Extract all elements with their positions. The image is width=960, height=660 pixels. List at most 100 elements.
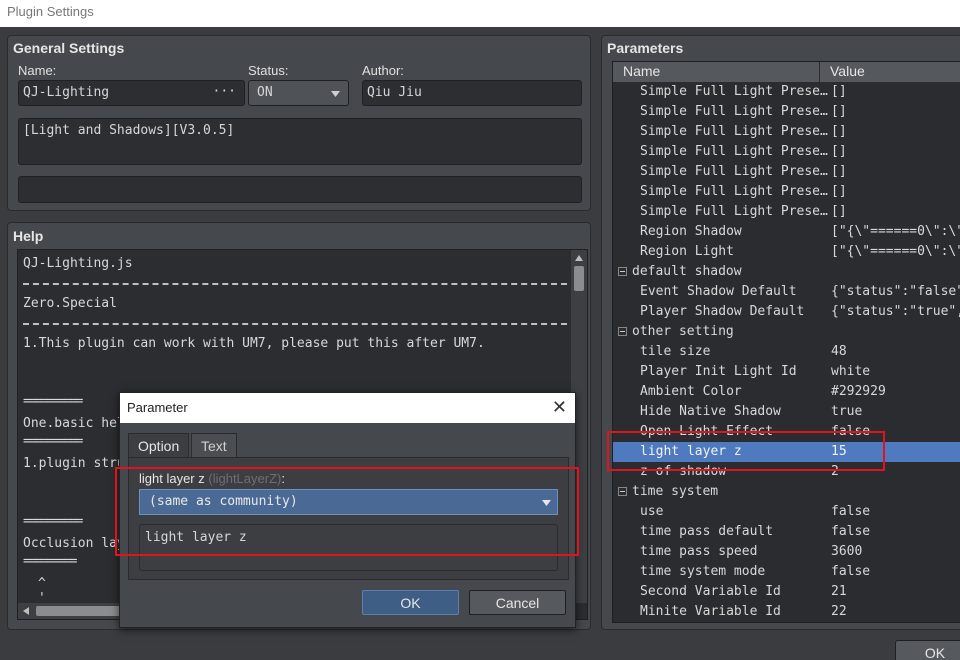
name-label: Name:	[18, 63, 57, 78]
parameter-row[interactable]: Ambient Color #292929	[613, 382, 960, 402]
help-line: =========	[23, 554, 77, 569]
parameter-group-row[interactable]: time system	[613, 482, 960, 502]
parameter-row[interactable]: Player Shadow Default {"status":"true","i	[613, 302, 960, 322]
parameter-group-row[interactable]: other setting	[613, 322, 960, 342]
parameter-row[interactable]: Minite Variable Id 22	[613, 602, 960, 622]
cancel-button[interactable]: Cancel	[469, 590, 566, 615]
parameter-value: []	[831, 204, 847, 219]
parameter-row[interactable]: time system mode false	[613, 562, 960, 582]
help-line: ==========	[23, 434, 83, 449]
parameter-row[interactable]: Simple Full Light Prese…[]	[613, 82, 960, 102]
parameter-row[interactable]: time pass speed 3600	[613, 542, 960, 562]
help-line: ^	[38, 576, 46, 591]
parameter-value: []	[831, 84, 847, 99]
ok-button[interactable]: OK	[362, 590, 459, 615]
window-title: Plugin Settings	[0, 0, 960, 27]
parameter-row[interactable]: Simple Full Light Prese…[]	[613, 122, 960, 142]
parameter-name: Region Light	[640, 244, 734, 259]
collapse-icon[interactable]	[618, 487, 627, 496]
parameter-row[interactable]: Second Variable Id 21	[613, 582, 960, 602]
parameter-row[interactable]: Simple Full Light Prese…[]	[613, 142, 960, 162]
parameter-value: []	[831, 164, 847, 179]
parameter-name: time system	[632, 484, 719, 499]
parameter-name: default shadow	[632, 264, 742, 279]
parameters-panel: Parameters Name Value Simple Full Light …	[601, 35, 960, 630]
parameter-value: {"status":"false","	[831, 284, 960, 299]
status-select[interactable]: ON	[248, 80, 349, 106]
ok-button-footer[interactable]: OK	[895, 640, 960, 660]
general-settings-panel: General Settings Name: QJ-Lighting ··· S…	[7, 35, 591, 211]
parameter-value: ["{\"======0\":\"\	[831, 244, 960, 259]
status-value: ON	[257, 85, 273, 100]
parameter-row[interactable]: time pass default false	[613, 522, 960, 542]
tab-text[interactable]: Text	[191, 433, 237, 458]
parameter-value: white	[831, 364, 871, 379]
parameters-title: Parameters	[607, 40, 684, 56]
parameter-row[interactable]: Simple Full Light Prese…[]	[613, 162, 960, 182]
collapse-icon[interactable]	[618, 327, 627, 336]
parameter-name: Event Shadow Default	[640, 284, 797, 299]
help-line: ==========	[23, 514, 83, 529]
scroll-thumb[interactable]	[574, 266, 584, 291]
description-field[interactable]: [Light and Shadows][V3.0.5]	[18, 118, 582, 165]
status-label: Status:	[248, 63, 289, 78]
parameter-row[interactable]: Region Light ["{\"======0\":\"\	[613, 242, 960, 262]
parameter-row[interactable]: Region Shadow ["{\"======0\":\"\	[613, 222, 960, 242]
parameter-name: Second Variable Id	[640, 584, 781, 599]
column-header-value[interactable]: Value	[820, 62, 960, 82]
parameter-group-row[interactable]: default shadow	[613, 262, 960, 282]
parameter-name: Simple Full Light Prese…	[640, 164, 828, 179]
scroll-up-icon[interactable]	[571, 250, 587, 266]
parameter-value: 48	[831, 344, 847, 359]
extra-field[interactable]	[18, 176, 582, 203]
parameter-value: 3600	[831, 544, 863, 559]
close-icon[interactable]: ✕	[552, 397, 567, 418]
parameter-value: #292929	[831, 384, 886, 399]
author-field[interactable]: Qiu Jiu	[362, 80, 582, 106]
separator	[23, 323, 567, 325]
parameter-name: time pass default	[640, 524, 774, 539]
author-label: Author:	[362, 63, 404, 78]
parameter-row[interactable]: Hide Native Shadow true	[613, 402, 960, 422]
parameter-value: {"status":"true","i	[831, 304, 960, 319]
dialog-title: Parameter	[127, 400, 188, 415]
parameter-row[interactable]: use false	[613, 502, 960, 522]
help-line: ==========	[23, 394, 83, 409]
parameter-row[interactable]: Player Init Light Id white	[613, 362, 960, 382]
name-value: QJ-Lighting	[23, 85, 110, 100]
parameter-value: false	[831, 524, 871, 539]
help-line: QJ-Lighting.js	[23, 256, 133, 271]
parameter-row[interactable]: Simple Full Light Prese…[]	[613, 102, 960, 122]
parameter-name: other setting	[632, 324, 734, 339]
parameter-row[interactable]: Event Shadow Default {"status":"false","	[613, 282, 960, 302]
parameter-name: Simple Full Light Prese…	[640, 204, 828, 219]
parameter-row[interactable]: Simple Full Light Prese…[]	[613, 182, 960, 202]
parameter-name: Region Shadow	[640, 224, 742, 239]
dialog-title-bar: Parameter ✕	[120, 393, 575, 423]
help-title: Help	[13, 228, 44, 244]
parameter-name: Simple Full Light Prese…	[640, 104, 828, 119]
tab-option[interactable]: Option	[128, 433, 190, 458]
parameter-name: tile size	[640, 344, 711, 359]
help-line: Zero.Special	[23, 296, 117, 311]
scroll-left-icon[interactable]	[18, 603, 34, 619]
parameter-name: use	[640, 504, 664, 519]
help-line: 1.This plugin can work with UM7, please …	[23, 336, 485, 351]
parameter-name: Simple Full Light Prese…	[640, 144, 828, 159]
more-icon[interactable]: ···	[213, 84, 236, 99]
name-field[interactable]: QJ-Lighting ···	[18, 80, 245, 106]
general-settings-title: General Settings	[13, 40, 125, 56]
parameter-name: Simple Full Light Prese…	[640, 184, 828, 199]
parameter-row[interactable]: tile size 48	[613, 342, 960, 362]
highlight-box-param	[607, 431, 885, 471]
hscroll-thumb[interactable]	[36, 606, 126, 616]
parameter-value: 21	[831, 584, 847, 599]
parameter-name: Minite Variable Id	[640, 604, 781, 619]
parameter-value: 22	[831, 604, 847, 619]
column-header-name[interactable]: Name	[613, 62, 820, 82]
parameter-row[interactable]: Simple Full Light Prese…[]	[613, 202, 960, 222]
separator	[23, 283, 567, 285]
parameters-table[interactable]: Name Value Simple Full Light Prese…[] Sim…	[612, 61, 960, 623]
collapse-icon[interactable]	[618, 267, 627, 276]
chevron-down-icon	[331, 91, 340, 97]
